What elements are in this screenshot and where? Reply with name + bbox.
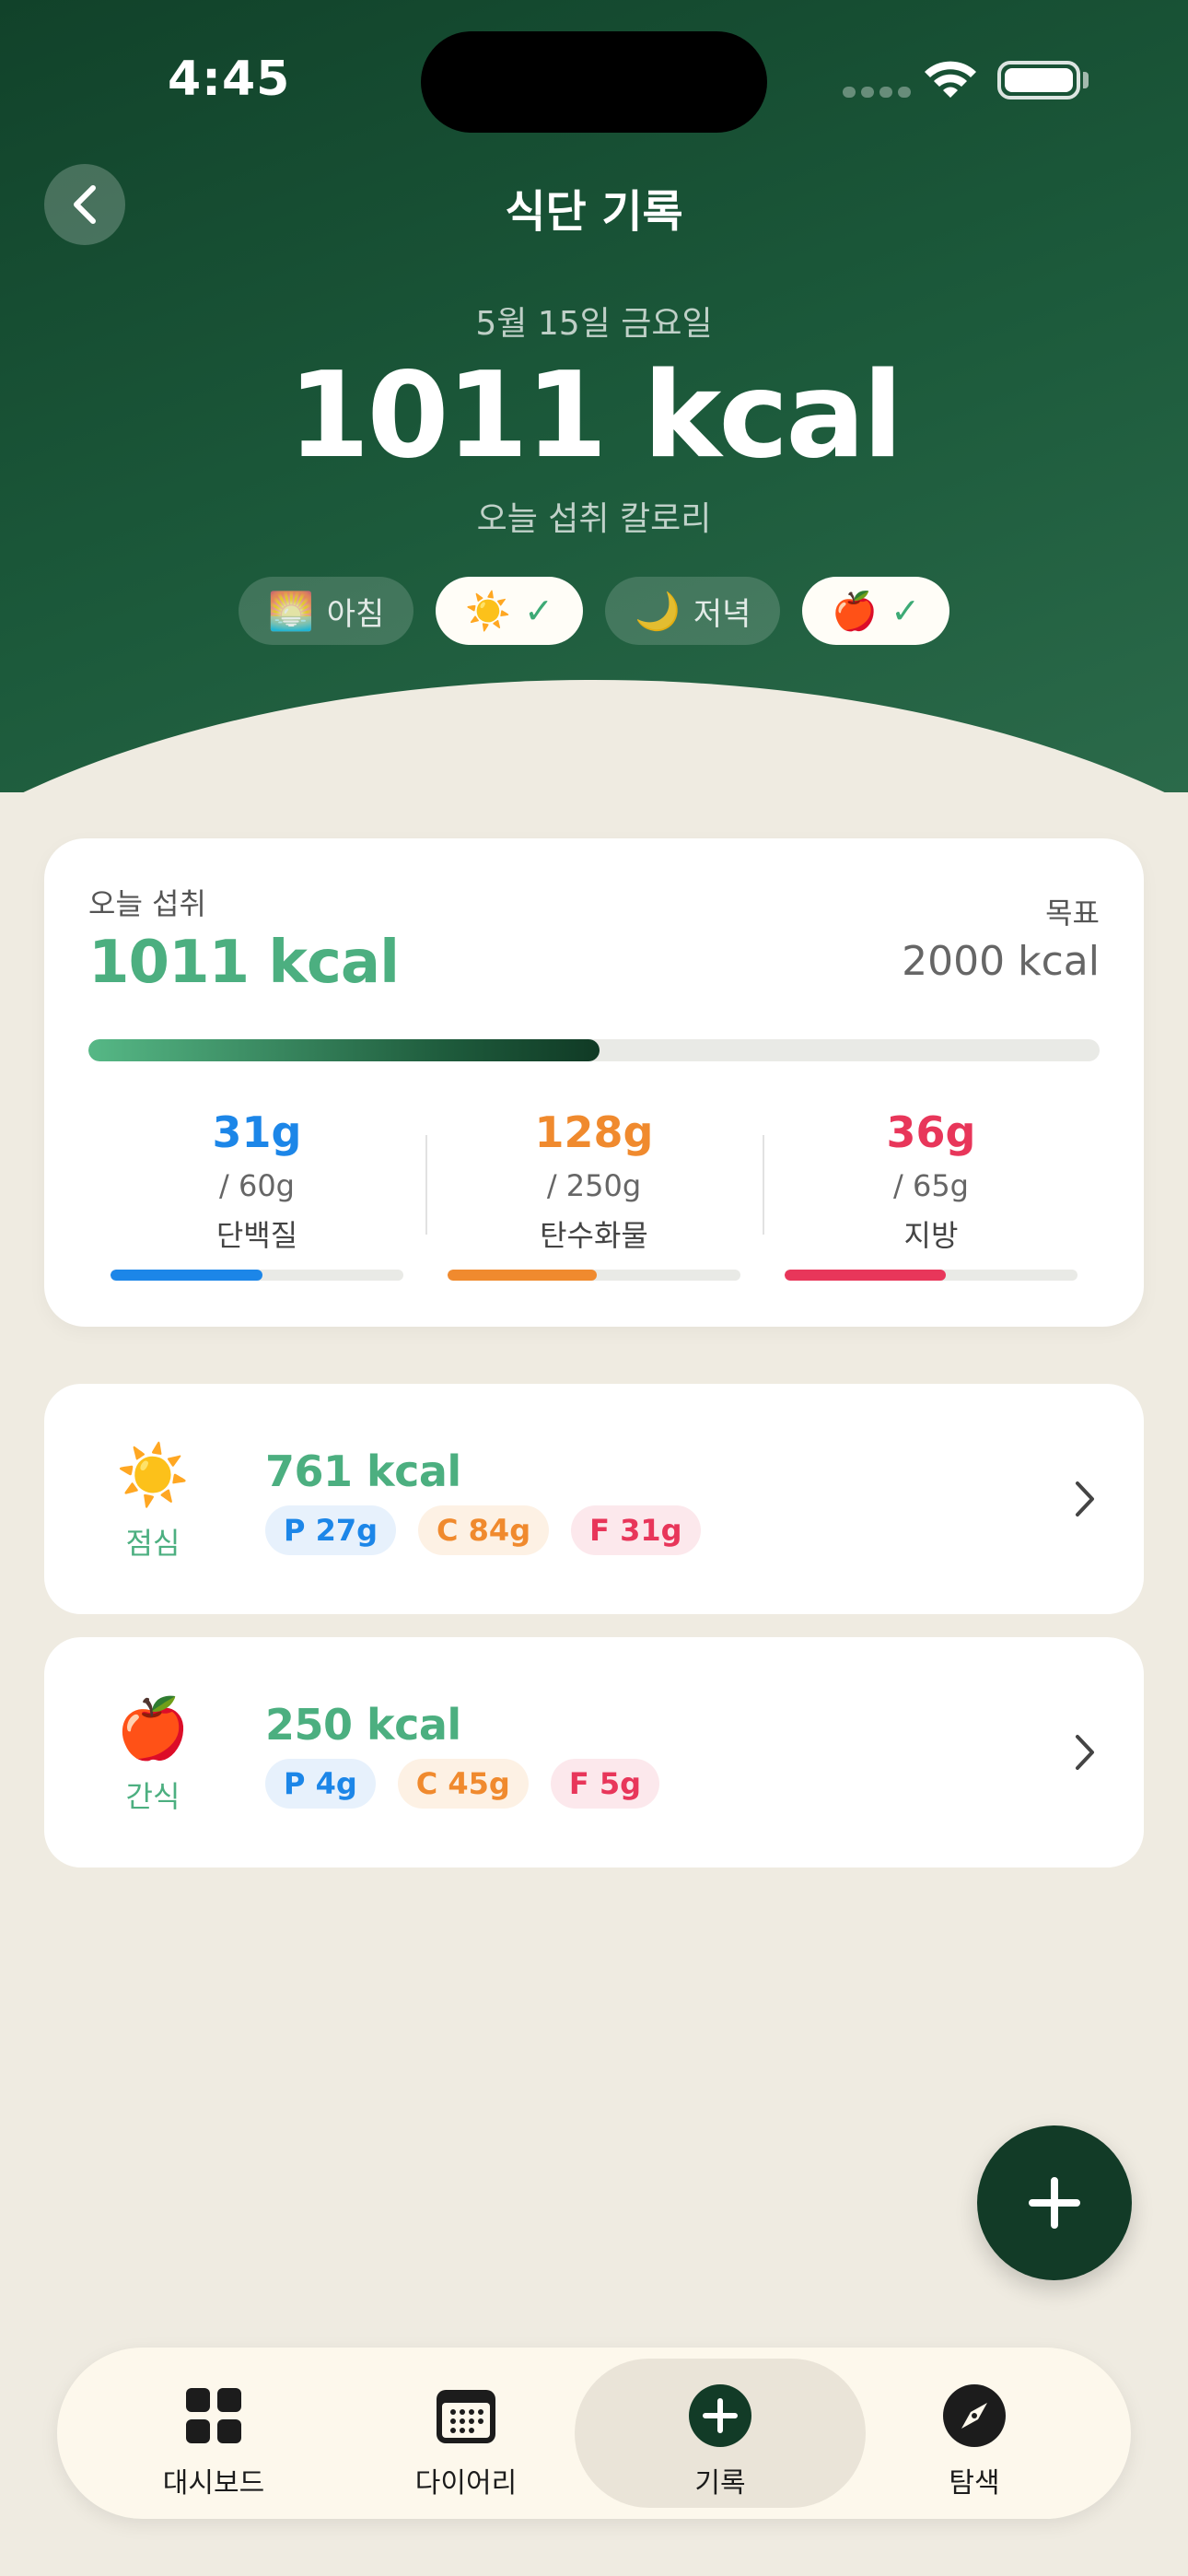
macro-name: 탄수화물 — [540, 1218, 648, 1253]
meal-pill-snack[interactable]: 🍎 ✓ — [802, 577, 950, 645]
meal-icon-column: ☀️ 점심 — [107, 1439, 199, 1563]
protein-chip: P 4g — [265, 1759, 376, 1809]
add-meal-button[interactable] — [977, 2125, 1132, 2280]
sun-icon: ☀️ — [465, 590, 512, 633]
intake-kcal: 1011 kcal — [88, 929, 400, 997]
total-kcal: 1011 kcal — [287, 347, 903, 485]
goal-kcal: 2000 kcal — [902, 938, 1100, 985]
chevron-right-icon — [1076, 1735, 1094, 1770]
check-icon: ✓ — [524, 591, 553, 631]
macro-protein: 31g / 60g 단백질 — [88, 1087, 425, 1299]
tab-label: 다이어리 — [414, 2467, 518, 2500]
fat-chip: F 5g — [550, 1759, 659, 1809]
check-icon: ✓ — [891, 591, 921, 631]
intake-label: 오늘 섭취 — [88, 886, 206, 921]
protein-chip: P 27g — [265, 1505, 397, 1555]
tab-label: 대시보드 — [162, 2467, 265, 2500]
fat-chip: F 31g — [571, 1505, 701, 1555]
carbs-chip: C 45g — [397, 1759, 529, 1809]
tab-label: 기록 — [694, 2467, 746, 2500]
meal-macro-chips: P 27g C 84g F 31g — [265, 1505, 701, 1555]
battery-cap — [1083, 72, 1089, 88]
macro-progress-fill — [448, 1270, 598, 1281]
macro-goal: / 65g — [893, 1168, 969, 1203]
plus-icon — [1029, 2177, 1080, 2229]
tab-dashboard[interactable]: 대시보드 — [87, 2348, 341, 2519]
macro-goal: / 60g — [219, 1168, 295, 1203]
sunrise-icon: 🌅 — [267, 590, 314, 633]
macro-progress-bar — [785, 1270, 1077, 1281]
macro-progress-fill — [111, 1270, 263, 1281]
page-title: 식단 기록 — [505, 186, 683, 238]
chevron-right-icon — [1076, 1481, 1094, 1516]
meal-card-snack[interactable]: 🍎 간식 250 kcal P 4g C 45g F 5g — [44, 1637, 1144, 1868]
grid-icon — [186, 2388, 241, 2443]
macro-progress-fill — [785, 1270, 946, 1281]
moon-icon: 🌙 — [635, 590, 681, 633]
sun-icon: ☀️ — [116, 1442, 190, 1510]
macro-value: 128g — [534, 1107, 654, 1157]
tab-bar: 대시보드 다이어리 기록 탐색 — [57, 2348, 1131, 2519]
apple-icon: 🍎 — [116, 1695, 190, 1763]
meal-kcal: 761 kcal — [265, 1446, 461, 1496]
macro-fat: 36g / 65g 지방 — [763, 1087, 1100, 1299]
dynamic-island — [421, 31, 767, 133]
date-label: 5월 15일 금요일 — [475, 305, 713, 343]
macro-value: 36g — [886, 1107, 976, 1157]
tab-explore[interactable]: 탐색 — [847, 2348, 1101, 2519]
meal-name: 간식 — [125, 1779, 181, 1814]
wifi-icon — [925, 61, 976, 98]
apple-icon: 🍎 — [832, 590, 879, 633]
macro-name: 단백질 — [215, 1218, 298, 1253]
meal-filter-pills: 🌅 아침 ☀️ ✓ 🌙 저녁 🍎 ✓ — [0, 577, 1188, 645]
macro-breakdown: 31g / 60g 단백질 128g / 250g 탄수화물 36g / 65g… — [88, 1087, 1100, 1299]
macro-goal: / 250g — [546, 1168, 642, 1203]
goal-label: 목표 — [1045, 896, 1100, 931]
plus-circle-icon — [689, 2384, 751, 2447]
status-time: 4:45 — [168, 52, 291, 107]
battery-icon — [997, 61, 1080, 100]
tab-label: 탐색 — [949, 2467, 1000, 2500]
total-kcal-caption: 오늘 섭취 칼로리 — [476, 500, 712, 538]
meal-name: 점심 — [125, 1526, 181, 1561]
calendar-icon — [437, 2390, 495, 2443]
macro-progress-bar — [111, 1270, 403, 1281]
macro-value: 31g — [212, 1107, 302, 1157]
meal-kcal: 250 kcal — [265, 1700, 461, 1750]
macro-progress-bar — [448, 1270, 740, 1281]
tab-log[interactable]: 기록 — [575, 2348, 866, 2519]
meal-pill-dinner[interactable]: 🌙 저녁 — [605, 577, 781, 645]
tab-diary[interactable]: 다이어리 — [339, 2348, 593, 2519]
daily-summary-card: 오늘 섭취 1011 kcal 목표 2000 kcal 31g / 60g 단… — [44, 838, 1144, 1327]
carbs-chip: C 84g — [418, 1505, 550, 1555]
meal-icon-column: 🍎 간식 — [107, 1692, 199, 1816]
meal-pill-label: 저녁 — [693, 595, 751, 633]
meal-pill-lunch[interactable]: ☀️ ✓ — [436, 577, 583, 645]
meal-pill-breakfast[interactable]: 🌅 아침 — [238, 577, 414, 645]
meal-macro-chips: P 4g C 45g F 5g — [265, 1759, 659, 1809]
compass-icon — [943, 2384, 1006, 2447]
macro-name: 지방 — [903, 1218, 959, 1253]
macro-carbs: 128g / 250g 탄수화물 — [425, 1087, 763, 1299]
meal-pill-label: 아침 — [326, 595, 385, 633]
signal-icon — [843, 87, 911, 98]
meal-card-lunch[interactable]: ☀️ 점심 761 kcal P 27g C 84g F 31g — [44, 1384, 1144, 1614]
header-curve — [0, 680, 1188, 792]
calorie-progress-bar — [88, 1039, 1100, 1061]
calorie-progress-fill — [88, 1039, 600, 1061]
